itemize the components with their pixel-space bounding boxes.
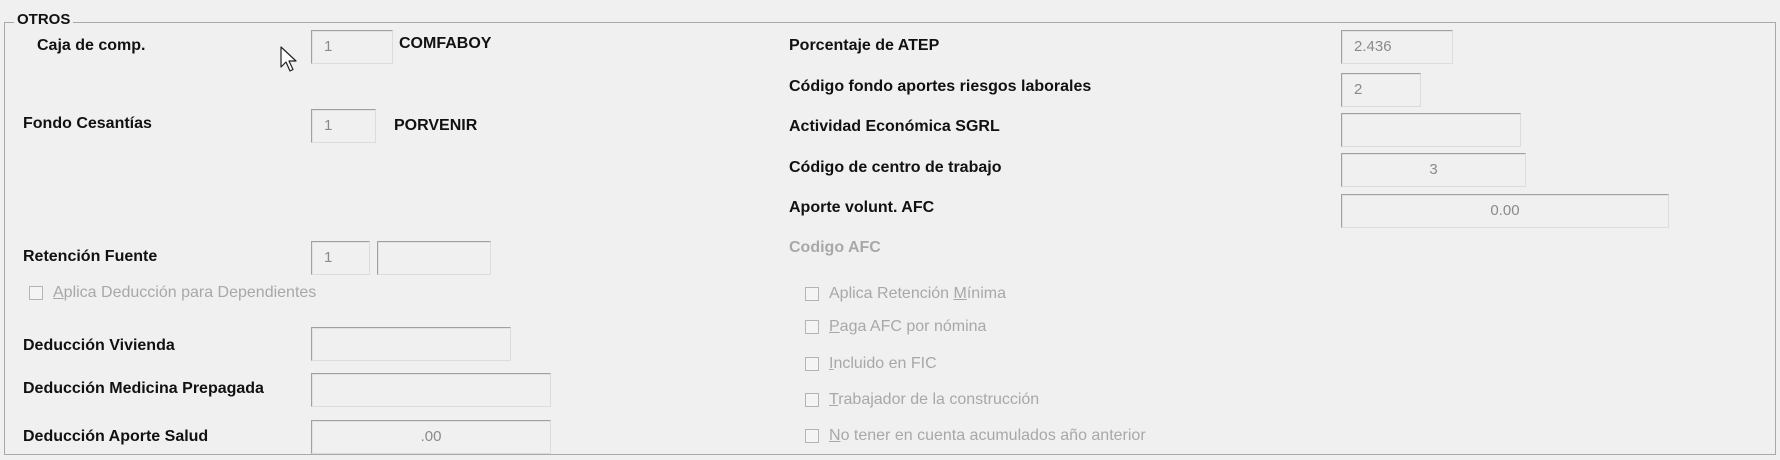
label-post: aga AFC por nómina xyxy=(839,318,987,335)
label-post: o tener en cuenta acumulados año anterio… xyxy=(840,427,1146,444)
accel-key: P xyxy=(829,318,840,335)
salud-input[interactable]: .00 xyxy=(311,420,551,454)
vivienda-input[interactable] xyxy=(311,327,511,361)
aplica-dependientes-checkbox[interactable]: Aplica Deducción para Dependientes xyxy=(29,284,316,302)
accel-key: A xyxy=(53,284,64,301)
cesantias-label: Fondo Cesantías xyxy=(23,115,152,132)
accel-key: N xyxy=(829,427,841,444)
checkbox-box[interactable] xyxy=(805,357,819,371)
medicina-label: Deducción Medicina Prepagada xyxy=(23,380,264,397)
atep-input[interactable]: 2.436 xyxy=(1341,30,1453,64)
label-post: rabajador de la construcción xyxy=(838,391,1040,408)
atep-label: Porcentaje de ATEP xyxy=(789,37,940,54)
trabajador-construccion-checkbox[interactable]: Trabajador de la construcción xyxy=(805,391,1039,409)
actividad-label: Actividad Económica SGRL xyxy=(789,118,1000,135)
aplica-retencion-minima-checkbox[interactable]: Aplica Retención Mínima xyxy=(805,285,1006,303)
no-tener-cuenta-acumulados-checkbox[interactable]: No tener en cuenta acumulados año anteri… xyxy=(805,427,1146,445)
paga-afc-checkbox[interactable]: Paga AFC por nómina xyxy=(805,318,986,336)
label-post: ínima xyxy=(966,285,1006,302)
accel-key: T xyxy=(829,391,839,408)
mouse-cursor-icon xyxy=(280,46,297,72)
vivienda-label: Deducción Vivienda xyxy=(23,337,175,354)
caja-label: Caja de comp. xyxy=(37,37,146,54)
incluido-fic-checkbox[interactable]: Incluido en FIC xyxy=(805,355,937,373)
caja-name: COMFABOY xyxy=(399,35,492,52)
label-pre: Aplica Retención xyxy=(829,285,954,302)
fondo-riesgos-input[interactable]: 2 xyxy=(1341,73,1421,107)
retencion-label: Retención Fuente xyxy=(23,248,158,265)
codigo-afc-label: Codigo AFC xyxy=(789,239,881,256)
retencion-code-input[interactable]: 1 xyxy=(311,241,370,275)
centro-input[interactable]: 3 xyxy=(1341,153,1526,187)
label-post: ncluido en FIC xyxy=(833,355,937,372)
afc-label: Aporte volunt. AFC xyxy=(789,199,935,216)
caja-code-input[interactable]: 1 xyxy=(311,30,393,64)
checkbox-box[interactable] xyxy=(805,429,819,443)
medicina-input[interactable] xyxy=(311,373,551,407)
dependientes-label: plica Deducción para Dependientes xyxy=(63,284,317,301)
accel-key: M xyxy=(953,285,967,302)
fondo-riesgos-label: Código fondo aportes riesgos laborales xyxy=(789,78,1092,95)
checkbox-box[interactable] xyxy=(29,286,43,300)
checkbox-box[interactable] xyxy=(805,287,819,301)
cesantias-code-input[interactable]: 1 xyxy=(311,109,376,143)
actividad-input[interactable] xyxy=(1341,113,1521,147)
salud-label: Deducción Aporte Salud xyxy=(23,428,209,445)
afc-input[interactable]: 0.00 xyxy=(1341,194,1669,228)
cesantias-name: PORVENIR xyxy=(394,117,478,134)
checkbox-box[interactable] xyxy=(805,393,819,407)
retencion-extra-input[interactable] xyxy=(377,241,491,275)
centro-label: Código de centro de trabajo xyxy=(789,159,1002,176)
checkbox-box[interactable] xyxy=(805,320,819,334)
group-title: OTROS xyxy=(14,11,74,28)
